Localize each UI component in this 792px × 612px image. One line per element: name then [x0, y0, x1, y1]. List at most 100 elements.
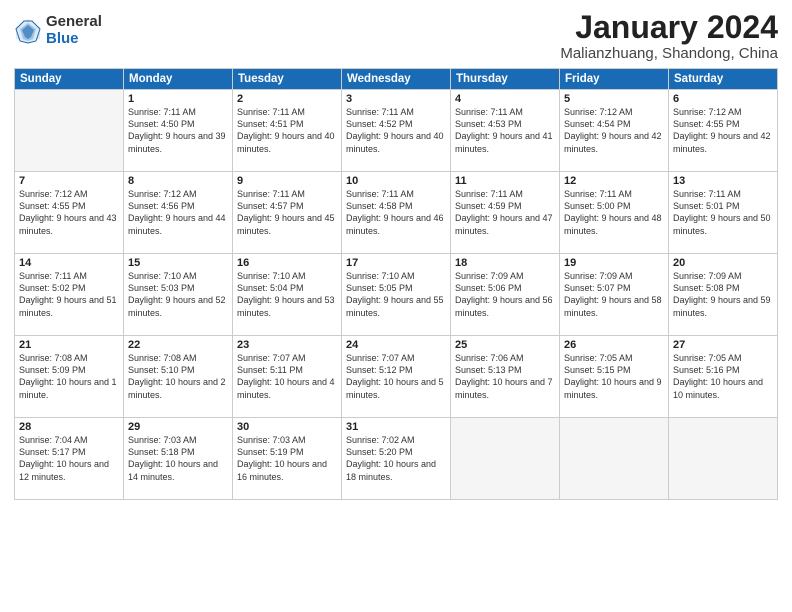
cell-w0-d0	[15, 90, 124, 172]
day-number: 12	[564, 175, 664, 187]
cell-w0-d5: 5Sunrise: 7:12 AMSunset: 4:54 PMDaylight…	[560, 90, 669, 172]
day-number: 24	[346, 339, 446, 351]
day-detail: Sunrise: 7:07 AMSunset: 5:11 PMDaylight:…	[237, 352, 337, 401]
day-number: 31	[346, 421, 446, 433]
day-detail: Sunrise: 7:11 AMSunset: 5:01 PMDaylight:…	[673, 188, 773, 237]
cell-w0-d4: 4Sunrise: 7:11 AMSunset: 4:53 PMDaylight…	[451, 90, 560, 172]
day-detail: Sunrise: 7:11 AMSunset: 4:53 PMDaylight:…	[455, 106, 555, 155]
col-monday: Monday	[124, 69, 233, 90]
day-detail: Sunrise: 7:05 AMSunset: 5:16 PMDaylight:…	[673, 352, 773, 401]
cell-w3-d5: 26Sunrise: 7:05 AMSunset: 5:15 PMDayligh…	[560, 336, 669, 418]
day-number: 26	[564, 339, 664, 351]
logo: General Blue	[14, 14, 102, 47]
day-detail: Sunrise: 7:11 AMSunset: 4:58 PMDaylight:…	[346, 188, 446, 237]
header-row: Sunday Monday Tuesday Wednesday Thursday…	[15, 69, 778, 90]
cell-w0-d1: 1Sunrise: 7:11 AMSunset: 4:50 PMDaylight…	[124, 90, 233, 172]
cell-w1-d1: 8Sunrise: 7:12 AMSunset: 4:56 PMDaylight…	[124, 172, 233, 254]
logo-icon	[14, 17, 42, 45]
cell-w0-d6: 6Sunrise: 7:12 AMSunset: 4:55 PMDaylight…	[669, 90, 778, 172]
day-detail: Sunrise: 7:08 AMSunset: 5:10 PMDaylight:…	[128, 352, 228, 401]
cell-w3-d2: 23Sunrise: 7:07 AMSunset: 5:11 PMDayligh…	[233, 336, 342, 418]
cell-w4-d2: 30Sunrise: 7:03 AMSunset: 5:19 PMDayligh…	[233, 418, 342, 500]
day-detail: Sunrise: 7:03 AMSunset: 5:19 PMDaylight:…	[237, 434, 337, 483]
cell-w2-d4: 18Sunrise: 7:09 AMSunset: 5:06 PMDayligh…	[451, 254, 560, 336]
day-detail: Sunrise: 7:05 AMSunset: 5:15 PMDaylight:…	[564, 352, 664, 401]
calendar-table: Sunday Monday Tuesday Wednesday Thursday…	[14, 68, 778, 500]
day-detail: Sunrise: 7:12 AMSunset: 4:55 PMDaylight:…	[19, 188, 119, 237]
cell-w2-d0: 14Sunrise: 7:11 AMSunset: 5:02 PMDayligh…	[15, 254, 124, 336]
title-block: January 2024 Malianzhuang, Shandong, Chi…	[560, 10, 778, 62]
day-detail: Sunrise: 7:09 AMSunset: 5:08 PMDaylight:…	[673, 270, 773, 319]
cell-w3-d0: 21Sunrise: 7:08 AMSunset: 5:09 PMDayligh…	[15, 336, 124, 418]
day-detail: Sunrise: 7:07 AMSunset: 5:12 PMDaylight:…	[346, 352, 446, 401]
col-saturday: Saturday	[669, 69, 778, 90]
day-detail: Sunrise: 7:11 AMSunset: 4:51 PMDaylight:…	[237, 106, 337, 155]
cell-w2-d5: 19Sunrise: 7:09 AMSunset: 5:07 PMDayligh…	[560, 254, 669, 336]
day-number: 2	[237, 93, 337, 105]
day-number: 29	[128, 421, 228, 433]
day-detail: Sunrise: 7:10 AMSunset: 5:05 PMDaylight:…	[346, 270, 446, 319]
day-detail: Sunrise: 7:10 AMSunset: 5:03 PMDaylight:…	[128, 270, 228, 319]
col-thursday: Thursday	[451, 69, 560, 90]
cell-w0-d2: 2Sunrise: 7:11 AMSunset: 4:51 PMDaylight…	[233, 90, 342, 172]
day-number: 13	[673, 175, 773, 187]
day-number: 1	[128, 93, 228, 105]
day-detail: Sunrise: 7:12 AMSunset: 4:56 PMDaylight:…	[128, 188, 228, 237]
cell-w3-d1: 22Sunrise: 7:08 AMSunset: 5:10 PMDayligh…	[124, 336, 233, 418]
day-number: 22	[128, 339, 228, 351]
day-detail: Sunrise: 7:06 AMSunset: 5:13 PMDaylight:…	[455, 352, 555, 401]
day-detail: Sunrise: 7:09 AMSunset: 5:06 PMDaylight:…	[455, 270, 555, 319]
cell-w1-d6: 13Sunrise: 7:11 AMSunset: 5:01 PMDayligh…	[669, 172, 778, 254]
day-detail: Sunrise: 7:09 AMSunset: 5:07 PMDaylight:…	[564, 270, 664, 319]
cell-w2-d1: 15Sunrise: 7:10 AMSunset: 5:03 PMDayligh…	[124, 254, 233, 336]
day-detail: Sunrise: 7:08 AMSunset: 5:09 PMDaylight:…	[19, 352, 119, 401]
cell-w1-d2: 9Sunrise: 7:11 AMSunset: 4:57 PMDaylight…	[233, 172, 342, 254]
day-number: 16	[237, 257, 337, 269]
cell-w1-d4: 11Sunrise: 7:11 AMSunset: 4:59 PMDayligh…	[451, 172, 560, 254]
day-number: 27	[673, 339, 773, 351]
day-number: 15	[128, 257, 228, 269]
col-sunday: Sunday	[15, 69, 124, 90]
logo-blue: Blue	[46, 31, 102, 48]
cell-w4-d6	[669, 418, 778, 500]
day-detail: Sunrise: 7:11 AMSunset: 4:50 PMDaylight:…	[128, 106, 228, 155]
cell-w3-d3: 24Sunrise: 7:07 AMSunset: 5:12 PMDayligh…	[342, 336, 451, 418]
day-number: 11	[455, 175, 555, 187]
page: General Blue January 2024 Malianzhuang, …	[0, 0, 792, 612]
cell-w3-d4: 25Sunrise: 7:06 AMSunset: 5:13 PMDayligh…	[451, 336, 560, 418]
cell-w4-d0: 28Sunrise: 7:04 AMSunset: 5:17 PMDayligh…	[15, 418, 124, 500]
cell-w4-d4	[451, 418, 560, 500]
day-detail: Sunrise: 7:12 AMSunset: 4:55 PMDaylight:…	[673, 106, 773, 155]
week-row-2: 14Sunrise: 7:11 AMSunset: 5:02 PMDayligh…	[15, 254, 778, 336]
day-number: 14	[19, 257, 119, 269]
calendar-subtitle: Malianzhuang, Shandong, China	[560, 45, 778, 62]
day-number: 17	[346, 257, 446, 269]
day-number: 5	[564, 93, 664, 105]
cell-w4-d5	[560, 418, 669, 500]
day-number: 28	[19, 421, 119, 433]
day-number: 7	[19, 175, 119, 187]
day-number: 3	[346, 93, 446, 105]
header: General Blue January 2024 Malianzhuang, …	[14, 10, 778, 62]
day-detail: Sunrise: 7:12 AMSunset: 4:54 PMDaylight:…	[564, 106, 664, 155]
day-number: 19	[564, 257, 664, 269]
day-number: 23	[237, 339, 337, 351]
cell-w4-d1: 29Sunrise: 7:03 AMSunset: 5:18 PMDayligh…	[124, 418, 233, 500]
day-detail: Sunrise: 7:11 AMSunset: 5:00 PMDaylight:…	[564, 188, 664, 237]
cell-w0-d3: 3Sunrise: 7:11 AMSunset: 4:52 PMDaylight…	[342, 90, 451, 172]
day-number: 10	[346, 175, 446, 187]
cell-w2-d3: 17Sunrise: 7:10 AMSunset: 5:05 PMDayligh…	[342, 254, 451, 336]
day-detail: Sunrise: 7:11 AMSunset: 4:57 PMDaylight:…	[237, 188, 337, 237]
day-number: 8	[128, 175, 228, 187]
day-detail: Sunrise: 7:11 AMSunset: 4:52 PMDaylight:…	[346, 106, 446, 155]
cell-w2-d2: 16Sunrise: 7:10 AMSunset: 5:04 PMDayligh…	[233, 254, 342, 336]
col-tuesday: Tuesday	[233, 69, 342, 90]
day-detail: Sunrise: 7:02 AMSunset: 5:20 PMDaylight:…	[346, 434, 446, 483]
day-number: 21	[19, 339, 119, 351]
col-friday: Friday	[560, 69, 669, 90]
day-number: 6	[673, 93, 773, 105]
day-detail: Sunrise: 7:03 AMSunset: 5:18 PMDaylight:…	[128, 434, 228, 483]
cell-w1-d0: 7Sunrise: 7:12 AMSunset: 4:55 PMDaylight…	[15, 172, 124, 254]
day-detail: Sunrise: 7:10 AMSunset: 5:04 PMDaylight:…	[237, 270, 337, 319]
week-row-1: 7Sunrise: 7:12 AMSunset: 4:55 PMDaylight…	[15, 172, 778, 254]
